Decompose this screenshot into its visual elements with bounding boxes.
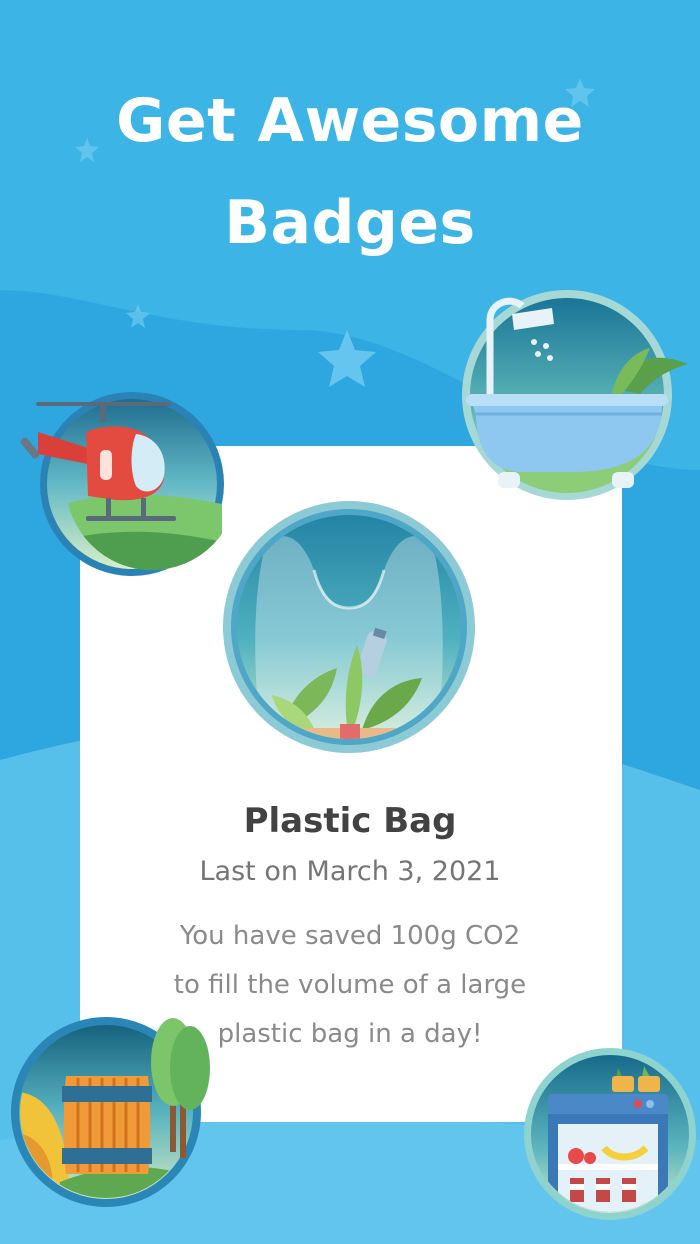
plastic-bag-icon [223,501,475,753]
badge-description-line: plastic bag in a day! [217,1019,483,1049]
headline-line-1: Get Awesome [116,86,584,156]
helicopter-icon [20,392,224,576]
refrigerator-icon [524,1048,696,1220]
badge-title: Plastic Bag [243,801,457,841]
badge-description-line: You have saved 100g CO2 [179,921,521,951]
badge-description: You have saved 100g CO2 to fill the volu… [150,912,550,1059]
badge-description-line: to fill the volume of a large [173,970,527,1000]
headline: Get Awesome Badges [0,70,700,274]
bathtub-icon [462,290,688,500]
badge-date: Last on March 3, 2021 [199,856,501,887]
headline-line-2: Badges [224,188,476,258]
